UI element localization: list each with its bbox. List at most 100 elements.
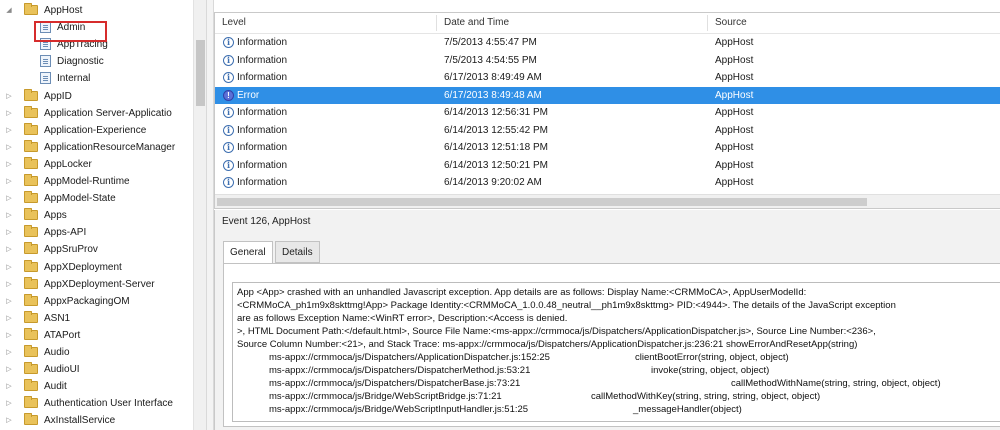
- tree-folder-item[interactable]: ▷ AppxPackagingOM: [0, 293, 193, 310]
- tree-scrollbar-thumb[interactable]: [196, 40, 205, 106]
- column-separator[interactable]: [436, 15, 437, 31]
- event-row[interactable]: i Information 7/5/2013 4:55:47 PM AppHost: [215, 34, 1000, 51]
- collapsed-caret-icon[interactable]: ▷: [4, 344, 14, 361]
- collapsed-caret-icon[interactable]: ▷: [4, 395, 14, 412]
- tree-folder-item[interactable]: ▷ Apps: [0, 207, 193, 224]
- event-details-title: Event 126, AppHost: [222, 216, 311, 227]
- event-row[interactable]: i Information 6/14/2013 12:55:42 PM AppHost: [215, 122, 1000, 139]
- tree-item-label: AppModel-Runtime: [44, 176, 130, 187]
- information-icon: i: [223, 124, 234, 136]
- folder-icon: [24, 174, 38, 186]
- event-details-pane: Event 126, AppHost General Details App <…: [214, 210, 1000, 430]
- tree-folder-item[interactable]: ◢ AppHost: [0, 2, 193, 19]
- tree-folder-item[interactable]: ▷ AppSruProv: [0, 241, 193, 258]
- event-level: Information: [237, 54, 288, 66]
- tree-folder-item[interactable]: ▷ AudioUI: [0, 361, 193, 378]
- tab-details[interactable]: Details: [275, 241, 320, 263]
- event-list-header: Level Date and Time Source: [215, 13, 1000, 34]
- tree-folder-item[interactable]: ▷ AppXDeployment: [0, 259, 193, 276]
- message-line: <CRMMoCA_ph1m9x8skttmg!App> Package Iden…: [237, 300, 896, 311]
- collapsed-caret-icon[interactable]: ▷: [4, 378, 14, 395]
- tree-folder-item[interactable]: ▷ AppModel-State: [0, 190, 193, 207]
- tree-item-label: Apps: [44, 210, 67, 222]
- column-separator[interactable]: [707, 15, 708, 31]
- expanded-caret-icon[interactable]: ◢: [4, 2, 14, 19]
- tree-item-label: Audio: [44, 347, 70, 358]
- message-line: App <App> crashed with an unhandled Java…: [237, 287, 807, 298]
- tree-log-item[interactable]: Internal: [0, 70, 193, 87]
- tree-scrollbar[interactable]: [193, 0, 207, 430]
- event-row[interactable]: i Information 6/14/2013 9:20:02 AM AppHost: [215, 174, 1000, 191]
- event-date-time: 6/14/2013 12:56:31 PM: [444, 107, 548, 118]
- tree-folder-item[interactable]: ▷ Apps-API: [0, 224, 193, 241]
- event-row[interactable]: i Information 6/14/2013 12:56:31 PM AppHost: [215, 104, 1000, 121]
- tree-folder-item[interactable]: ▷ Audit: [0, 378, 193, 395]
- event-list-hscrollbar[interactable]: [215, 194, 1000, 208]
- message-line: >, HTML Document Path:</default.html>, S…: [237, 326, 876, 337]
- collapsed-caret-icon[interactable]: ▷: [4, 412, 14, 429]
- event-row[interactable]: i Information 6/17/2013 8:49:49 AM AppHost: [215, 69, 1000, 86]
- event-source: AppHost: [715, 159, 754, 171]
- event-row[interactable]: i Information 6/14/2013 12:51:18 PM AppHost: [215, 139, 1000, 156]
- collapsed-caret-icon[interactable]: ▷: [4, 327, 14, 344]
- log-tree: ◢ AppHost Admin AppTracing Diagnostic Interna…: [0, 0, 193, 430]
- column-header-date-time[interactable]: Date and Time: [444, 13, 509, 33]
- collapsed-caret-icon[interactable]: ▷: [4, 310, 14, 327]
- tree-item-label: Apps-API: [44, 227, 87, 239]
- collapsed-caret-icon[interactable]: ▷: [4, 156, 14, 173]
- tree-folder-item[interactable]: ▷ ApplicationResourceManager: [0, 139, 193, 156]
- collapsed-caret-icon[interactable]: ▷: [4, 361, 14, 378]
- event-message-box[interactable]: App <App> crashed with an unhandled Java…: [232, 282, 1000, 422]
- folder-icon: [24, 379, 38, 392]
- tree-item-label: AppLocker: [44, 158, 92, 170]
- stack-frame-function: callMethodWithName(string, string, objec…: [731, 378, 941, 389]
- tree-folder-item[interactable]: ▷ Authentication User Interface: [0, 395, 193, 412]
- error-icon: !: [223, 89, 234, 101]
- message-line: are as follows Exception Name:<WinRT err…: [237, 313, 568, 324]
- event-source: AppHost: [715, 107, 754, 118]
- collapsed-caret-icon[interactable]: ▷: [4, 190, 14, 207]
- collapsed-caret-icon[interactable]: ▷: [4, 224, 14, 241]
- event-log-icon: [40, 72, 51, 85]
- collapsed-caret-icon[interactable]: ▷: [4, 139, 14, 156]
- tree-folder-item[interactable]: ▷ AppLocker: [0, 156, 193, 173]
- tree-item-label: Application Server-Applicatio: [44, 107, 172, 119]
- collapsed-caret-icon[interactable]: ▷: [4, 293, 14, 310]
- collapsed-caret-icon[interactable]: ▷: [4, 241, 14, 258]
- tree-folder-item[interactable]: ▷ Audio: [0, 344, 193, 361]
- event-row[interactable]: i Information 6/14/2013 12:50:21 PM AppHost: [215, 157, 1000, 174]
- event-source: AppHost: [715, 142, 754, 153]
- event-date-time: 6/14/2013 12:51:18 PM: [444, 142, 548, 153]
- tree-item-label: AppXDeployment-Server: [44, 278, 155, 290]
- tree-item-label: AppSruProv: [44, 244, 98, 256]
- tree-folder-item[interactable]: ▷ AppID: [0, 88, 193, 105]
- highlight-box: [34, 21, 107, 42]
- event-row[interactable]: ! Error 6/17/2013 8:49:48 AM AppHost: [215, 86, 1000, 104]
- collapsed-caret-icon[interactable]: ▷: [4, 259, 14, 276]
- event-date-time: 7/5/2013 4:55:47 PM: [444, 37, 537, 48]
- pane-splitter[interactable]: [206, 0, 214, 430]
- event-row[interactable]: i Information 7/5/2013 4:54:55 PM AppHost: [215, 52, 1000, 69]
- tree-folder-item[interactable]: ▷ ATAPort: [0, 327, 193, 344]
- event-list-hscroll-thumb[interactable]: [217, 198, 867, 206]
- collapsed-caret-icon[interactable]: ▷: [4, 207, 14, 224]
- information-icon: i: [223, 54, 234, 66]
- collapsed-caret-icon[interactable]: ▷: [4, 105, 14, 122]
- tree-folder-item[interactable]: ▷ AppXDeployment-Server: [0, 276, 193, 293]
- tree-folder-item[interactable]: ▷ ASN1: [0, 310, 193, 327]
- tree-item-label: AudioUI: [44, 364, 80, 376]
- column-header-source[interactable]: Source: [715, 13, 747, 33]
- tree-folder-item[interactable]: ▷ AppModel-Runtime: [0, 173, 193, 190]
- tree-folder-item[interactable]: ▷ Application Server-Applicatio: [0, 105, 193, 122]
- collapsed-caret-icon[interactable]: ▷: [4, 88, 14, 105]
- tree-folder-item[interactable]: ▷ AxInstallService: [0, 412, 193, 429]
- collapsed-caret-icon[interactable]: ▷: [4, 276, 14, 293]
- event-date-time: 6/14/2013 9:20:02 AM: [444, 177, 542, 188]
- tree-log-item[interactable]: Diagnostic: [0, 53, 193, 70]
- column-header-level[interactable]: Level: [222, 13, 246, 33]
- tab-general[interactable]: General: [223, 241, 273, 265]
- tree-folder-item[interactable]: ▷ Application-Experience: [0, 122, 193, 139]
- collapsed-caret-icon[interactable]: ▷: [4, 173, 14, 190]
- folder-icon: [24, 276, 38, 289]
- collapsed-caret-icon[interactable]: ▷: [4, 122, 14, 139]
